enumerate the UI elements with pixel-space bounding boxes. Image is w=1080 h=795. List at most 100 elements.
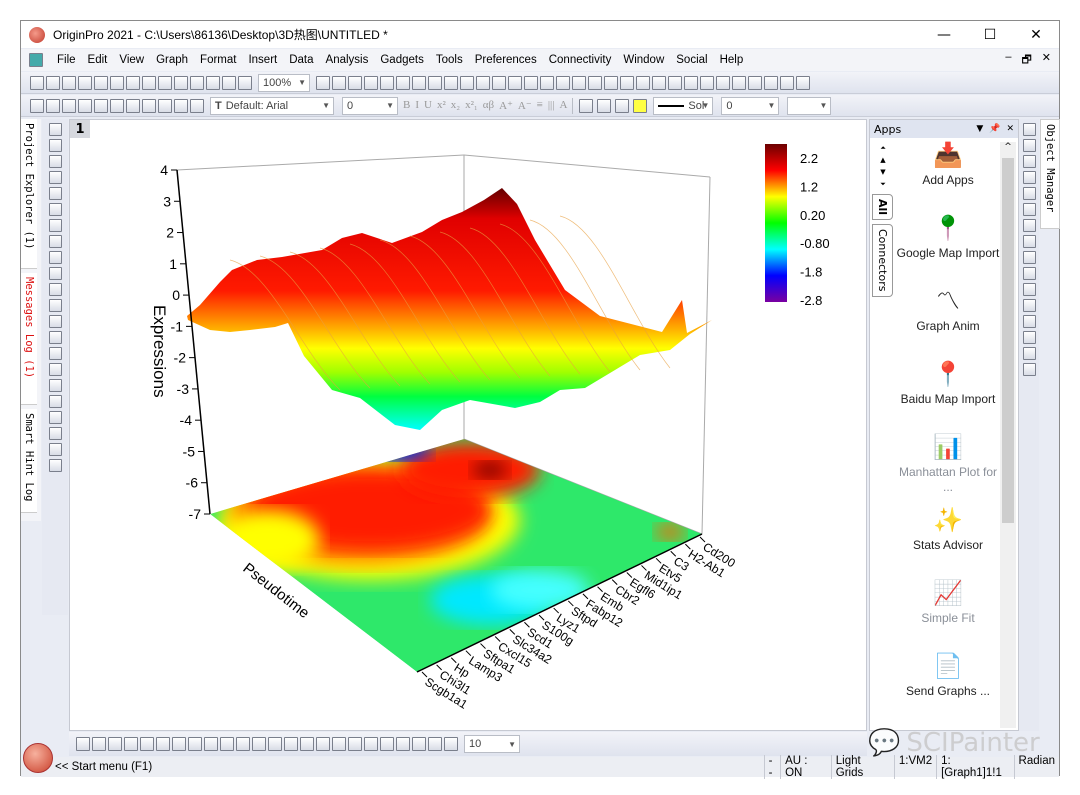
column-chart-icon[interactable]	[604, 75, 618, 90]
3d-surface-icon[interactable]	[172, 737, 186, 751]
format-button-6[interactable]: αβ	[483, 99, 494, 112]
menu-format[interactable]: Format	[194, 54, 242, 66]
import-wizard-icon[interactable]	[78, 98, 92, 113]
tab-object-manager[interactable]: Object Manager	[1040, 119, 1060, 229]
text-tool-icon[interactable]	[48, 251, 62, 264]
close-icon[interactable]: ✕	[1006, 124, 1014, 134]
stats-icon[interactable]	[252, 737, 266, 751]
scatter-icon[interactable]	[92, 737, 106, 751]
import-ascii-icon[interactable]	[30, 98, 44, 113]
graph-window-icon[interactable]	[29, 53, 43, 67]
new-workbook-icon[interactable]	[62, 75, 76, 90]
hand-icon[interactable]	[48, 331, 62, 344]
reset-icon[interactable]	[428, 737, 442, 751]
menu-window[interactable]: Window	[617, 54, 670, 66]
menu-edit[interactable]: Edit	[82, 54, 114, 66]
app-item[interactable]: 📍 Google Map Import	[896, 213, 1000, 286]
start-menu-hint[interactable]: << Start menu (F1)	[55, 761, 764, 773]
polar-icon[interactable]	[204, 737, 218, 751]
frame-r-icon[interactable]	[1022, 315, 1036, 328]
pin-icon[interactable]: 📌	[989, 124, 1000, 134]
app-item[interactable]: 📍 Baidu Map Import	[896, 359, 1000, 432]
add-layer-icon[interactable]	[110, 98, 124, 113]
new-folder-icon[interactable]	[46, 75, 60, 90]
rotation-angle-combobox[interactable]: 10 ▼	[464, 735, 520, 753]
cube-icon[interactable]	[444, 737, 458, 751]
layer-indicator[interactable]: 1	[70, 120, 90, 138]
format-button-3[interactable]: x²	[437, 99, 446, 112]
format-button-8[interactable]: A⁻	[518, 99, 532, 112]
apps-scrollbar[interactable]: ^	[1000, 142, 1016, 728]
format-button-1[interactable]: I	[415, 99, 419, 112]
menu-graph[interactable]: Graph	[150, 54, 194, 66]
pie-icon[interactable]	[188, 737, 202, 751]
frame-box-icon[interactable]	[1022, 331, 1036, 344]
format-button-2[interactable]: U	[424, 99, 432, 112]
maximize-button[interactable]: ☐	[967, 21, 1013, 48]
increase-z-icon[interactable]	[348, 737, 362, 751]
frame-t-icon[interactable]	[1022, 299, 1036, 312]
new-layout-icon[interactable]	[48, 443, 62, 456]
extend-icon[interactable]	[396, 737, 410, 751]
rectangle-tool-icon[interactable]	[48, 315, 62, 328]
line-width-combobox[interactable]: 0 ▼	[721, 96, 780, 115]
graph-window[interactable]: 1 4 3 2 1 0 -1 -2 -3 -4 -5 -6 -7 Scgb1a1 Chi3l1 Hp Lam…	[69, 119, 867, 731]
tilt-left-icon[interactable]	[316, 737, 330, 751]
peak-icon[interactable]	[684, 75, 698, 90]
new-notes-icon[interactable]	[142, 75, 156, 90]
new-project-icon[interactable]	[30, 75, 44, 90]
fit-frame-icon[interactable]	[412, 737, 426, 751]
color-combobox[interactable]: ▼	[787, 96, 832, 115]
region-icon[interactable]	[48, 235, 62, 248]
frequency-icon[interactable]	[572, 75, 586, 90]
menu-file[interactable]: File	[51, 54, 82, 66]
line-icon[interactable]	[76, 737, 90, 751]
pointer-icon[interactable]	[48, 123, 62, 136]
screen-reader-icon[interactable]	[48, 203, 62, 216]
format-button-5[interactable]: x²₁	[465, 99, 478, 112]
refresh-icon[interactable]	[1022, 187, 1036, 200]
open-template-icon[interactable]	[190, 75, 204, 90]
menu-connectivity[interactable]: Connectivity	[543, 54, 618, 66]
app-item[interactable]: 📊 Manhattan Plot for ...	[896, 432, 1000, 505]
new-graph-icon[interactable]	[78, 75, 92, 90]
template-icon[interactable]	[268, 737, 282, 751]
frame-xy-icon[interactable]	[1022, 363, 1036, 376]
format-button-4[interactable]: x₂	[451, 99, 460, 112]
scroll-arrows[interactable]: ⏶ ▲ ▼ ⏷	[872, 142, 894, 190]
menu-data[interactable]: Data	[283, 54, 319, 66]
format-button-11[interactable]: A	[559, 99, 567, 112]
lock-icon[interactable]	[48, 427, 62, 440]
line-tool-icon[interactable]	[48, 299, 62, 312]
zoom-in-icon[interactable]	[48, 139, 62, 152]
app-item[interactable]: 📈 Simple Fit	[896, 578, 1000, 651]
speed-mode-icon[interactable]	[1022, 203, 1036, 216]
layout1-icon[interactable]	[1022, 219, 1036, 232]
project-tree-icon[interactable]	[428, 75, 442, 90]
layout3-icon[interactable]	[1022, 251, 1036, 264]
mask-icon[interactable]	[48, 379, 62, 392]
code-builder-icon[interactable]	[380, 75, 394, 90]
minimize-button[interactable]: —	[921, 21, 967, 48]
first-icon[interactable]	[780, 75, 794, 90]
merge-icon[interactable]	[126, 98, 140, 113]
frame-lb-icon[interactable]	[1022, 347, 1036, 360]
menu-help[interactable]: Help	[714, 54, 750, 66]
axes-icon[interactable]	[1022, 155, 1036, 168]
paste-icon[interactable]	[190, 98, 204, 113]
rescale-icon[interactable]	[48, 363, 62, 376]
font-size-combobox[interactable]: 0 ▼	[342, 96, 398, 115]
format-button-9[interactable]: ≡	[537, 99, 543, 112]
decrease-z-icon[interactable]	[364, 737, 378, 751]
add-graph-icon[interactable]	[48, 267, 62, 280]
prev-icon[interactable]	[796, 75, 810, 90]
menu-analysis[interactable]: Analysis	[320, 54, 375, 66]
sort-icon[interactable]	[556, 75, 570, 90]
z-icon[interactable]	[732, 75, 746, 90]
new-function-icon[interactable]	[110, 75, 124, 90]
import-multi-icon[interactable]	[46, 98, 60, 113]
line-color-icon[interactable]	[615, 98, 630, 113]
menu-insert[interactable]: Insert	[242, 54, 283, 66]
pattern-icon[interactable]	[597, 98, 612, 113]
command-window-icon[interactable]	[412, 75, 426, 90]
